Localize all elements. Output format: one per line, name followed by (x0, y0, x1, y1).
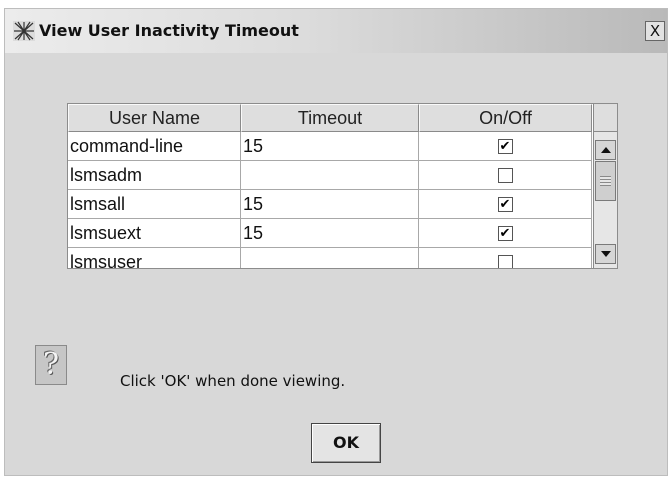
grip-icon (600, 176, 611, 186)
on-off-checkbox[interactable]: ✔ (497, 225, 513, 241)
user-timeout-table: User Name Timeout On/Off command-line 15… (67, 103, 618, 269)
column-header-on-off[interactable]: On/Off (419, 104, 592, 132)
cell-timeout[interactable] (241, 248, 419, 268)
arrow-down-icon (601, 251, 611, 257)
on-off-checkbox[interactable] (497, 167, 513, 183)
app-logo-icon (13, 21, 35, 41)
scroll-thumb[interactable] (595, 161, 616, 201)
vertical-scrollbar[interactable] (593, 132, 617, 268)
scroll-down-button[interactable] (595, 244, 616, 264)
cell-on-off: ✔ (419, 219, 592, 248)
on-off-checkbox[interactable]: ✔ (497, 138, 513, 154)
scroll-up-button[interactable] (595, 140, 616, 160)
table-row[interactable]: lsmsall 15 ✔ (68, 190, 592, 219)
table-row[interactable]: lsmsuser (68, 248, 592, 268)
cell-timeout[interactable]: 15 (241, 132, 419, 161)
close-button[interactable]: X (645, 21, 665, 41)
cell-on-off (419, 161, 592, 190)
on-off-checkbox[interactable]: ✔ (497, 196, 513, 212)
cell-user-name[interactable]: lsmsuext (68, 219, 241, 248)
question-icon: ? (35, 345, 67, 385)
cell-on-off (419, 248, 592, 268)
arrow-up-icon (601, 147, 611, 153)
title-bar[interactable]: View User Inactivity Timeout X (5, 9, 667, 53)
window-title: View User Inactivity Timeout (39, 21, 299, 40)
table-header-corner (593, 104, 617, 132)
cell-timeout[interactable] (241, 161, 419, 190)
column-header-user-name[interactable]: User Name (68, 104, 241, 132)
table-row[interactable]: lsmsadm (68, 161, 592, 190)
table-row[interactable]: command-line 15 ✔ (68, 132, 592, 161)
cell-timeout[interactable]: 15 (241, 219, 419, 248)
cell-on-off: ✔ (419, 190, 592, 219)
cell-on-off: ✔ (419, 132, 592, 161)
cell-user-name[interactable]: lsmsadm (68, 161, 241, 190)
table-body: command-line 15 ✔ lsmsadm lsmsall 15 ✔ l… (68, 132, 592, 268)
column-header-timeout[interactable]: Timeout (241, 104, 419, 132)
cell-timeout[interactable]: 15 (241, 190, 419, 219)
status-message: Click 'OK' when done viewing. (120, 372, 346, 390)
ok-button[interactable]: OK (311, 423, 381, 463)
table-header: User Name Timeout On/Off (68, 104, 592, 132)
cell-user-name[interactable]: lsmsall (68, 190, 241, 219)
on-off-checkbox[interactable] (497, 254, 513, 268)
dialog-window: View User Inactivity Timeout X User Name… (4, 8, 668, 476)
cell-user-name[interactable]: lsmsuser (68, 248, 241, 268)
cell-user-name[interactable]: command-line (68, 132, 241, 161)
table-row[interactable]: lsmsuext 15 ✔ (68, 219, 592, 248)
